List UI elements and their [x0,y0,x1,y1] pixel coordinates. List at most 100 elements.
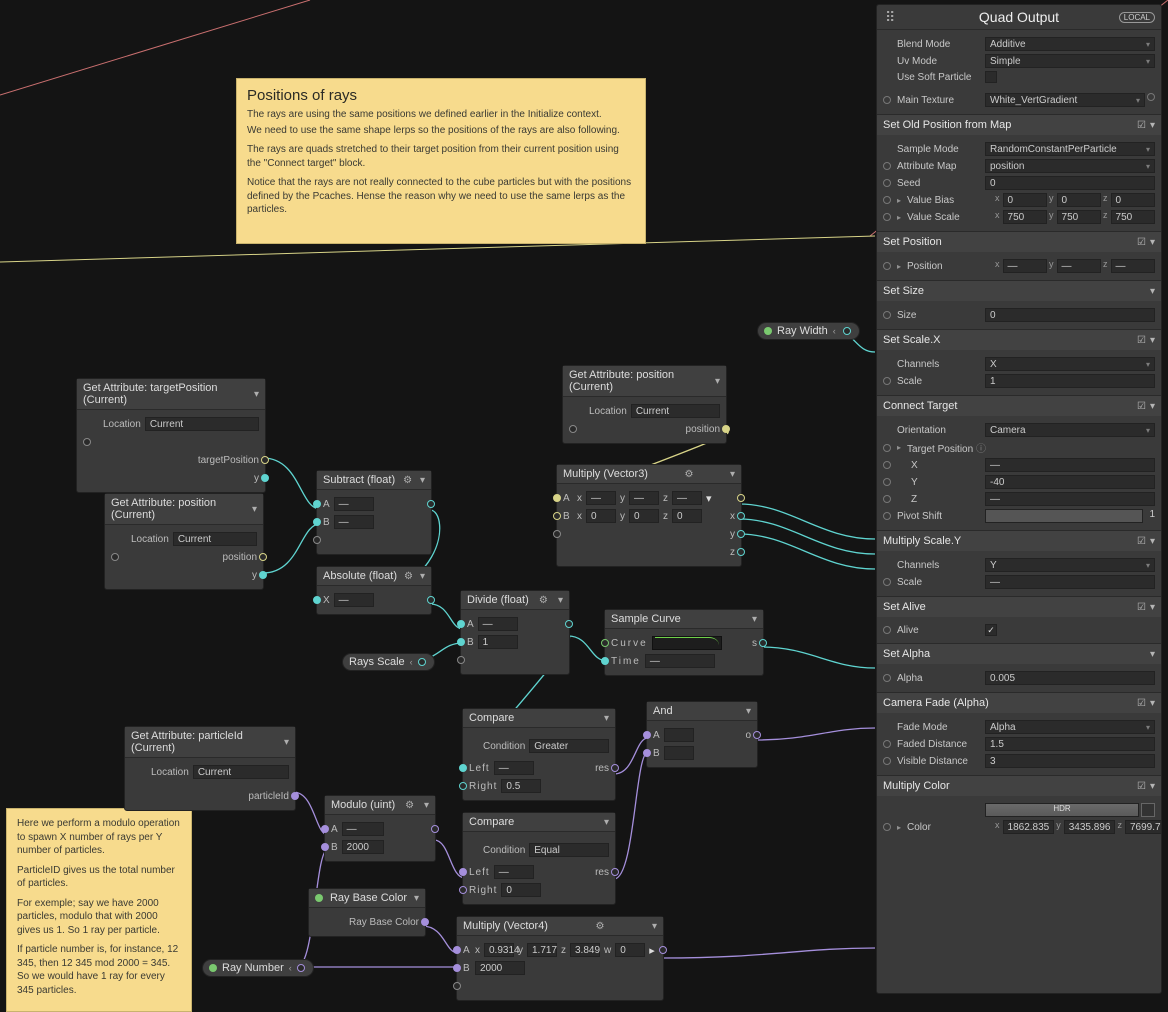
port[interactable] [883,262,891,270]
gear-icon[interactable]: ⚙ [595,921,604,932]
section-head[interactable]: Set Old Position from Map☑▾ [877,115,1161,135]
expand-icon[interactable]: ▸ [897,262,901,271]
section-head[interactable]: Set Alive☑▾ [877,597,1161,617]
field[interactable]: — [985,492,1155,506]
section-checkbox-icon[interactable]: ☑ [1137,401,1146,412]
expand-icon[interactable]: ▸ [897,213,901,222]
chevron-down-icon[interactable]: ▾ [1150,335,1155,346]
node-divide[interactable]: Divide (float)⚙▾ A— B1 [460,590,570,675]
input-port[interactable] [313,518,321,526]
port[interactable] [883,213,891,221]
input-port[interactable] [453,964,461,972]
port[interactable] [883,512,891,520]
chevron-down-icon[interactable]: ▾ [420,475,425,486]
expand-icon[interactable]: ▸ [897,443,901,452]
chevron-down-icon[interactable]: ▾ [652,921,657,932]
field-z[interactable]: — [1111,259,1156,273]
gear-icon[interactable]: ⚙ [405,800,414,811]
output-port[interactable] [427,500,435,508]
output-port[interactable] [259,571,267,579]
input-port[interactable] [457,638,465,646]
field-y[interactable]: — [1057,259,1102,273]
chevron-down-icon[interactable]: ▾ [1150,120,1155,131]
input-port[interactable] [321,825,329,833]
field-z[interactable]: 750 [1111,210,1156,224]
port[interactable] [883,196,891,204]
output-port[interactable] [753,731,761,739]
select[interactable]: Y [985,558,1155,572]
field-z[interactable]: 0 [1111,193,1156,207]
output-port[interactable] [737,494,745,502]
node-get-targetposition[interactable]: Get Attribute: targetPosition (Current)▾… [76,378,266,493]
field[interactable]: 1.5 [985,737,1155,751]
output-port[interactable] [737,512,745,520]
output-port[interactable] [737,548,745,556]
field[interactable]: 0 [985,176,1155,190]
input-port[interactable] [643,749,651,757]
input-port[interactable] [453,946,461,954]
input-port[interactable] [643,731,651,739]
expand-icon[interactable]: ▸ [897,823,901,832]
section-head[interactable]: Camera Fade (Alpha)☑▾ [877,693,1161,713]
port[interactable] [883,461,891,469]
node-absolute[interactable]: Absolute (float)⚙▾ X— [316,566,432,615]
field-z[interactable]: 7699.717 [1125,820,1161,834]
port[interactable] [883,823,891,831]
node-get-position-1[interactable]: Get Attribute: position (Current)▾ Locat… [104,493,264,590]
uv-mode-select[interactable]: Simple [985,54,1155,68]
output-port[interactable] [659,946,667,954]
input-port[interactable] [553,494,561,502]
chevron-down-icon[interactable]: ▾ [1150,237,1155,248]
node-compare-2[interactable]: Compare▾ ConditionEqual Left—res Right0 [462,812,616,905]
output-port[interactable] [259,553,267,561]
param-ray-number[interactable]: Ray Number ‹ [202,959,314,977]
gear-icon[interactable]: ⚙ [404,571,413,582]
section-head[interactable]: Multiply Color☑▾ [877,776,1161,796]
chevron-down-icon[interactable]: ▾ [746,706,751,717]
port[interactable] [883,96,891,104]
param-rays-scale[interactable]: Rays Scale ‹ [342,653,435,671]
section-checkbox-icon[interactable]: ☑ [1137,781,1146,792]
chevron-down-icon[interactable]: ▾ [1150,602,1155,613]
chevron-down-icon[interactable]: ▾ [730,469,735,480]
param-ray-width[interactable]: Ray Width ‹ [757,322,860,340]
field[interactable]: 1 [985,374,1155,388]
input-port[interactable] [453,982,461,990]
chevron-down-icon[interactable]: ▾ [1150,286,1155,297]
output-port[interactable] [759,639,767,647]
node-get-particleid[interactable]: Get Attribute: particleId (Current)▾ Loc… [124,726,296,811]
node-ray-base-color[interactable]: Ray Base Color▾ Ray Base Color [308,888,426,937]
field[interactable]: -40 [985,475,1155,489]
chevron-down-icon[interactable]: ▾ [752,614,757,625]
chevron-down-icon[interactable]: ▾ [420,571,425,582]
field[interactable]: 0 [985,308,1155,322]
port[interactable] [883,311,891,319]
section-checkbox-icon[interactable]: ☑ [1137,335,1146,346]
select[interactable]: RandomConstantPerParticle [985,142,1155,156]
node-subtract[interactable]: Subtract (float)⚙▾ A— B— [316,470,432,555]
input-port[interactable] [553,512,561,520]
main-texture-select[interactable]: White_VertGradient [985,93,1145,107]
node-multiply-v3[interactable]: Multiply (Vector3)⚙▾ A x— y— z— ▾ B x0 y… [556,464,742,567]
section-head[interactable]: Set Scale.X☑▾ [877,330,1161,350]
chevron-down-icon[interactable]: ▾ [252,504,257,515]
input-port[interactable] [457,620,465,628]
port[interactable] [883,757,891,765]
node-get-position-2[interactable]: Get Attribute: position (Current)▾ Locat… [562,365,727,444]
output-port[interactable] [421,918,429,926]
chevron-down-icon[interactable]: ▾ [414,893,419,904]
input-port[interactable] [313,536,321,544]
output-port[interactable] [843,327,851,335]
section-checkbox-icon[interactable]: ☑ [1137,698,1146,709]
chevron-down-icon[interactable]: ▾ [1150,698,1155,709]
soft-particle-checkbox[interactable] [985,71,997,83]
chevron-down-icon[interactable]: ▾ [284,737,289,748]
node-and[interactable]: And▾ Ao B [646,701,758,768]
port[interactable] [883,626,891,634]
section-head[interactable]: Set Size▾ [877,281,1161,301]
field[interactable]: — [985,575,1155,589]
field-y[interactable]: 3435.896 [1064,820,1116,834]
input-port[interactable] [459,764,467,772]
input-port[interactable] [459,868,467,876]
output-port[interactable] [431,825,439,833]
